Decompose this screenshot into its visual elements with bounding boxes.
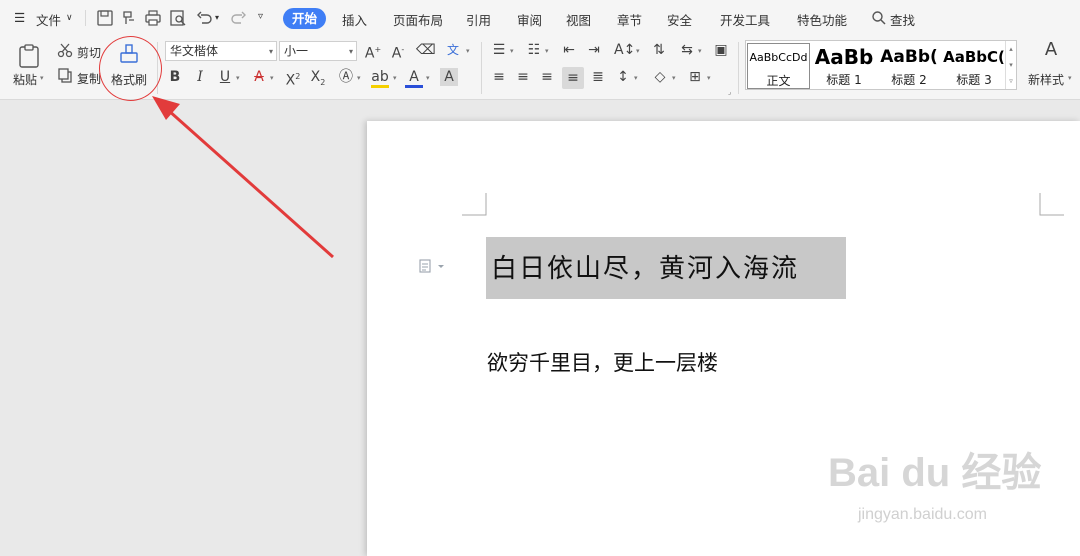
- watermark-logo: Bai du 经验: [828, 451, 1042, 495]
- watermark-url: jingyan.baidu.com: [858, 506, 987, 523]
